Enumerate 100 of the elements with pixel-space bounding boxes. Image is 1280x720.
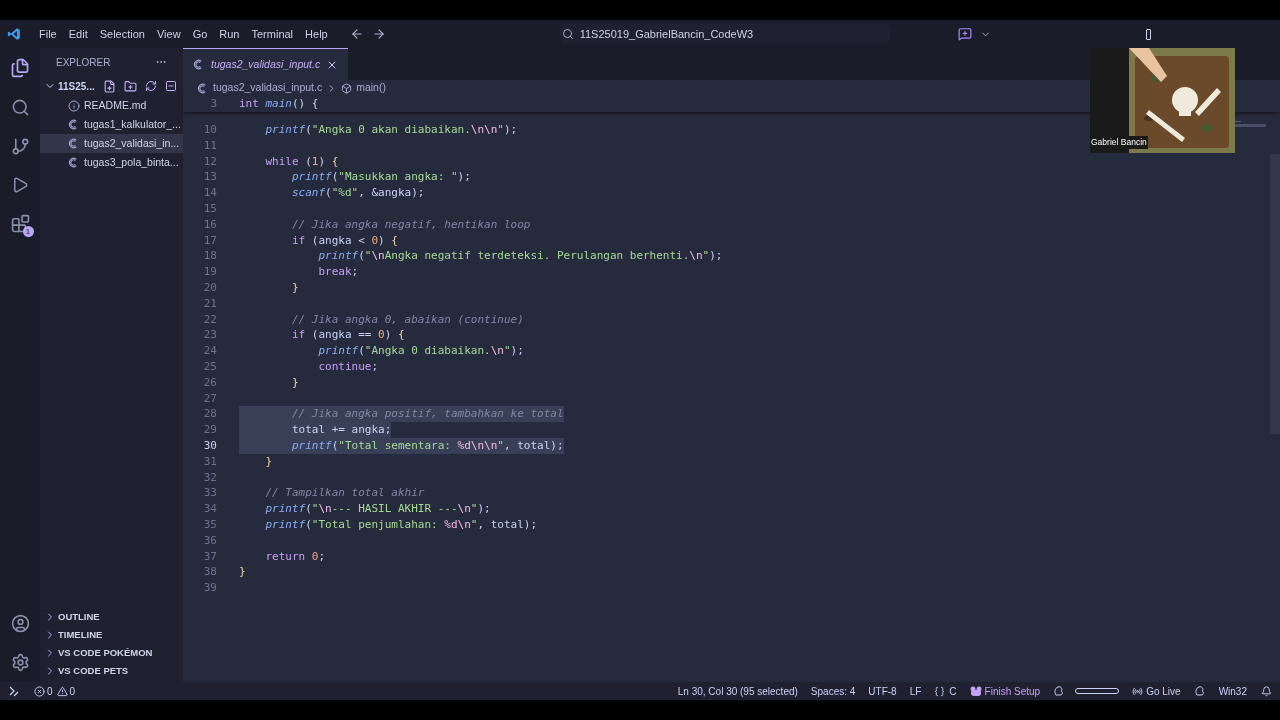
finish-setup-button[interactable]: Finish Setup — [969, 683, 1041, 699]
code-line: while (1) { — [264, 153, 339, 170]
run-debug-icon[interactable] — [11, 176, 29, 194]
code-line: return 0; — [264, 548, 326, 565]
search-icon[interactable] — [10, 98, 30, 117]
code-line: printf("Angka 0 diabaikan.\n"); — [317, 343, 524, 359]
code-line: } — [290, 374, 299, 391]
encoding[interactable]: UTF-8 — [868, 683, 897, 699]
line-number: 20 — [202, 279, 217, 296]
line-number: 28 — [202, 406, 217, 423]
notification-badge: 1 — [22, 226, 34, 237]
code-line: // Jika angka 0, abaikan (continue) — [290, 311, 524, 328]
menu-item[interactable]: View — [150, 25, 187, 43]
command-center[interactable]: 11S25019_GabrielBancin_CodeW3 — [559, 24, 890, 44]
account-icon[interactable] — [10, 614, 30, 633]
remote-icon[interactable] — [8, 685, 20, 697]
problems-indicator[interactable]: 0 0 — [34, 683, 76, 699]
section-header[interactable]: VS CODE POKÉMON — [40, 644, 183, 662]
line-number: 35 — [202, 516, 217, 533]
line-number: 10 — [202, 122, 217, 138]
cursor-position[interactable]: Ln 30, Col 30 (95 selected) — [677, 683, 798, 699]
menu-item[interactable]: Selection — [93, 25, 151, 43]
code-line: continue; — [317, 358, 379, 375]
braces-icon — [934, 685, 946, 697]
line-number: 36 — [202, 532, 217, 549]
folder-name[interactable]: 11S25... — [58, 78, 95, 94]
explorer-entry[interactable]: tugas2_validasi_in... — [40, 134, 183, 153]
info-icon — [68, 99, 80, 112]
section-header[interactable]: VS CODE PETS — [40, 662, 183, 680]
section-header[interactable]: TIMELINE — [40, 626, 183, 644]
indentation[interactable]: Spaces: 4 — [810, 683, 856, 699]
new-folder-icon[interactable] — [123, 79, 137, 93]
line-number: 27 — [202, 390, 217, 407]
search-icon — [561, 28, 574, 40]
notifications-icon[interactable] — [1261, 685, 1272, 697]
line-number: 38 — [202, 564, 217, 581]
participant-name: Gabriel Bancin — [1090, 136, 1148, 149]
collapse-icon[interactable] — [164, 80, 177, 92]
forward-icon[interactable] — [371, 27, 386, 41]
section-header[interactable]: OUTLINE — [40, 608, 183, 626]
line-number: 21 — [202, 295, 217, 312]
layout-icon[interactable] — [1145, 28, 1151, 40]
code-line: printf("\n--- HASIL AKHIR ---\n"); — [264, 501, 491, 517]
code-line: printf("Masukkan angka: "); — [290, 169, 471, 186]
editor-tab[interactable]: tugas2_validasi_input.c — [183, 48, 349, 80]
extensions-icon[interactable] — [10, 214, 30, 233]
line-number: 18 — [202, 248, 217, 265]
code-line: if (angka == 0) { — [290, 327, 405, 344]
line-number: 16 — [202, 216, 217, 233]
menu-item[interactable]: Run — [213, 25, 246, 43]
line-number: 29 — [202, 422, 217, 438]
line-number: 25 — [202, 358, 217, 375]
line-number: 13 — [202, 169, 217, 186]
line-number: 33 — [202, 485, 217, 502]
line-number: 26 — [202, 374, 217, 391]
line-number: 15 — [202, 201, 217, 217]
explorer-entry[interactable]: README.md — [40, 96, 183, 115]
code-line: // Jika angka negatif, hentikan loop — [290, 216, 531, 233]
sidebar-title: EXPLORER — [56, 55, 111, 70]
back-icon[interactable] — [349, 27, 364, 41]
line-number: 23 — [202, 327, 217, 344]
line-number: 39 — [202, 580, 217, 596]
line-number: 14 — [202, 185, 217, 201]
line-number: 37 — [202, 548, 217, 565]
broadcast-icon — [1132, 685, 1144, 697]
code-line: // Tampilkan total akhir — [264, 485, 425, 502]
menu-item[interactable]: Edit — [62, 25, 94, 43]
menu-item[interactable]: File — [33, 25, 63, 43]
line-number: 31 — [202, 453, 217, 470]
breadcrumb[interactable]: main() — [356, 80, 386, 96]
go-live-button[interactable]: Go Live — [1132, 683, 1181, 699]
explorer-entry[interactable]: tugas3_pola_binta... — [40, 153, 183, 172]
code-line: } — [239, 564, 246, 581]
code-line: if (angka < 0) { — [290, 232, 398, 249]
code-line: break; — [317, 264, 359, 280]
line-ending[interactable]: LF — [909, 683, 922, 699]
code-line: printf("Angka 0 akan diabaikan.\n\n"); — [264, 122, 518, 138]
line-number: 32 — [202, 469, 217, 486]
line-number: 19 — [202, 264, 217, 280]
source-control-icon[interactable] — [10, 137, 30, 156]
menu-item[interactable]: Terminal — [245, 25, 300, 43]
line-number: 24 — [202, 343, 217, 359]
menu-item[interactable]: Go — [186, 25, 214, 43]
platform[interactable]: Win32 — [1218, 683, 1247, 699]
code-line: } — [290, 279, 299, 296]
line-number: 17 — [202, 232, 217, 249]
explorer-entry[interactable]: tugas1_kalkulator_... — [40, 115, 183, 134]
line-number: 34 — [202, 501, 217, 517]
code-line: scanf("%d", &angka); — [290, 185, 425, 201]
breadcrumb[interactable]: tugas2_validasi_input.c — [213, 80, 323, 96]
settings-icon[interactable] — [10, 653, 30, 672]
code-line: } — [264, 453, 273, 470]
refresh-icon[interactable] — [144, 80, 157, 92]
menu-item[interactable]: Help — [299, 25, 334, 43]
line-number: 12 — [202, 153, 217, 170]
explorer-icon[interactable] — [10, 58, 30, 78]
language-mode[interactable]: C — [934, 683, 957, 699]
code-line: printf("\nAngka negatif terdeteksi. Perulangan berhenti.\n"); — [317, 248, 723, 265]
chat-icon[interactable] — [957, 27, 972, 41]
new-file-icon[interactable] — [102, 79, 116, 93]
